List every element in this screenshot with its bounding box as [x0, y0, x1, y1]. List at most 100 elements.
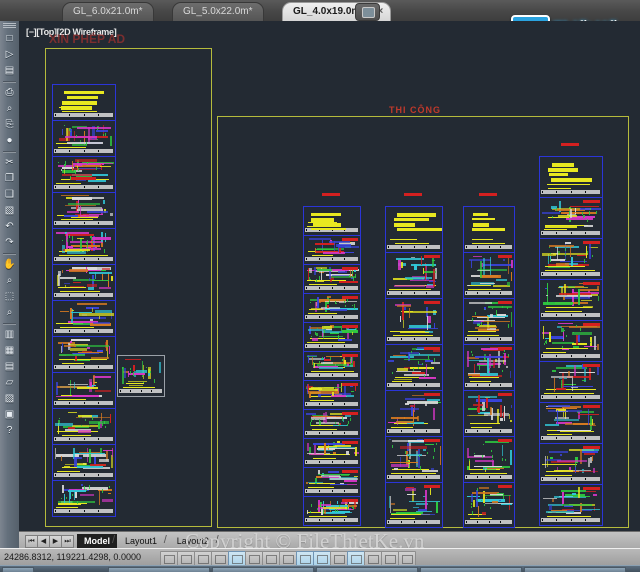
cad-entity — [573, 496, 590, 498]
drawing-tab-2[interactable]: GL_5.0x22.0m* — [172, 2, 264, 21]
title-block-divider — [413, 338, 415, 340]
cad-entity — [343, 479, 357, 482]
cad-detail-node — [310, 422, 312, 426]
cad-entity — [474, 465, 502, 468]
title-block-divider — [344, 403, 346, 405]
cad-entity — [545, 294, 549, 296]
taskbar-item[interactable] — [212, 567, 314, 572]
open-file-button[interactable]: ▷ — [2, 47, 17, 62]
sheet-revision-tag — [582, 446, 600, 449]
save-button[interactable]: ▤ — [2, 63, 17, 78]
drawing-canvas[interactable]: [−][Top][2D Wireframe] XIN PHÉP AD THI C… — [19, 21, 640, 531]
cad-entity — [435, 502, 438, 513]
drawing-sheet — [303, 206, 361, 236]
cad-entity — [59, 138, 71, 141]
drawing-tab-1[interactable]: GL_6.0x21.0m* — [62, 2, 154, 21]
cad-detail-node — [589, 211, 591, 215]
cad-detail-node — [317, 508, 319, 510]
toolbar-grip[interactable] — [3, 23, 16, 28]
publish-button[interactable]: ● — [2, 133, 17, 148]
sheet-revision-tag — [582, 323, 600, 326]
title-block-divider — [542, 396, 543, 398]
dimension-line — [61, 362, 84, 364]
standard-toolbar: □ ▷ ▤ ⎙ ⌕ ⎘ ● ✂ ❐ ❑ ▧ ↶ ↷ ✋ ⌕ ⬚ ⌕ ▥ ▦ ▤ ▱ ▨ ▣? — [0, 21, 20, 551]
match-properties-button[interactable]: ▧ — [2, 203, 17, 218]
taskbar-item[interactable] — [108, 567, 210, 572]
dimension-line — [307, 486, 334, 488]
zoom-window-button[interactable]: ⬚ — [2, 289, 17, 304]
cad-entity — [439, 445, 441, 465]
title-block-divider — [83, 510, 85, 512]
paste-button[interactable]: ❑ — [2, 187, 17, 202]
undo-button[interactable]: ↶ — [2, 219, 17, 234]
dimension-line — [544, 392, 594, 394]
cad-entity — [71, 310, 75, 312]
sheet-revision-tag — [342, 238, 358, 241]
cad-detail-node — [548, 246, 550, 248]
title-text-line — [550, 178, 593, 183]
taskbar-item[interactable] — [420, 567, 522, 572]
title-block-divider — [477, 292, 479, 294]
cad-detail-node — [103, 133, 105, 137]
help-button[interactable]: ? — [2, 423, 17, 438]
redo-button[interactable]: ↷ — [2, 235, 17, 250]
dimension-line — [469, 517, 493, 519]
cad-detail-node — [57, 161, 59, 164]
cad-detail-node — [595, 211, 597, 215]
new-tab-button[interactable] — [355, 3, 380, 21]
new-file-button[interactable]: □ — [2, 31, 17, 46]
pan-button[interactable]: ✋ — [2, 257, 17, 272]
design-center-button[interactable]: ▦ — [2, 343, 17, 358]
zoom-previous-button[interactable]: ⌕ — [2, 305, 17, 320]
cad-detail-node — [104, 248, 106, 253]
cad-entity — [89, 448, 92, 464]
zoom-realtime-button[interactable]: ⌕ — [2, 273, 17, 288]
layout-nav-3[interactable]: ⏭ — [61, 535, 74, 548]
cad-detail-node — [336, 302, 338, 304]
drawing-sheet — [303, 380, 361, 410]
sheet-set-button[interactable]: ▱ — [2, 375, 17, 390]
cad-detail-node — [474, 311, 476, 315]
polar-icon — [232, 555, 243, 564]
cad-entity — [409, 354, 440, 357]
cut-button[interactable]: ✂ — [2, 155, 17, 170]
drawing-sheet — [463, 390, 515, 437]
cad-entity — [391, 416, 419, 420]
title-block-divider — [83, 294, 85, 296]
layout-tab-model[interactable]: Model — [77, 534, 117, 548]
title-block-divider — [388, 384, 389, 386]
cad-entity — [86, 347, 91, 350]
cad-entity — [545, 424, 559, 426]
cad-entity — [70, 245, 100, 248]
taskbar-item[interactable] — [524, 567, 626, 572]
title-block-divider — [331, 461, 333, 463]
cad-entity — [399, 408, 419, 410]
print-preview-button[interactable]: ⌕ — [2, 101, 17, 116]
cad-entity — [128, 384, 144, 386]
cad-detail-node — [338, 336, 340, 340]
drawing-sheet — [52, 372, 116, 409]
cad-entity — [93, 376, 112, 379]
dimension-line — [310, 370, 354, 372]
cad-entity — [67, 141, 103, 145]
print-button[interactable]: ⎙ — [2, 85, 17, 100]
sheet-revision-tag — [498, 485, 512, 488]
taskbar-item[interactable] — [2, 567, 34, 572]
tool-palettes-button[interactable]: ▤ — [2, 359, 17, 374]
taskbar-item[interactable] — [316, 567, 418, 572]
cad-detail-node — [473, 453, 475, 455]
markup-set-button[interactable]: ▨ — [2, 391, 17, 406]
title-block-divider — [556, 355, 558, 357]
cad-detail-node — [346, 299, 348, 302]
coordinate-display[interactable]: 24286.8312, 119221.4298, 0.0000 — [4, 552, 141, 562]
layout-tab-layout1[interactable]: Layout1 — [118, 534, 164, 548]
plot-button[interactable]: ⎘ — [2, 117, 17, 132]
properties-button[interactable]: ▥ — [2, 327, 17, 342]
cad-entity — [110, 455, 113, 469]
dimension-line — [59, 290, 100, 292]
dimension-line — [60, 326, 95, 328]
external-references-button[interactable]: ▣ — [2, 407, 17, 422]
copy-button[interactable]: ❐ — [2, 171, 17, 186]
cad-entity — [66, 128, 68, 141]
cad-detail-node — [69, 131, 71, 133]
